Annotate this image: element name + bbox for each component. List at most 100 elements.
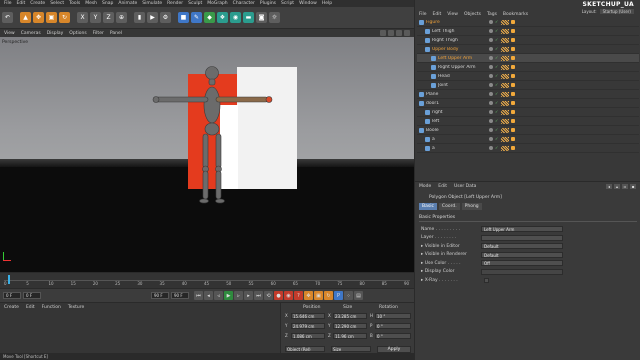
scale-icon[interactable]: ▣: [46, 12, 57, 23]
object-row[interactable]: left ✓: [417, 117, 639, 126]
tag-icon[interactable]: [501, 109, 509, 115]
menu-item-plugins[interactable]: Plugins: [260, 1, 276, 6]
property-value[interactable]: Off: [481, 260, 563, 266]
tab-phong[interactable]: Phong: [461, 203, 482, 210]
menu-item-select[interactable]: Select: [50, 1, 64, 6]
render-region-icon[interactable]: ▮: [134, 12, 145, 23]
tag-icon[interactable]: [501, 82, 509, 88]
timeline-ruler[interactable]: 0 5 10 15 20 25 30 35 40 45 50 55 60 65 70 75 80 85 90: [0, 272, 414, 288]
viewport-menu-filter[interactable]: Filter: [93, 31, 104, 36]
menu-item-mesh[interactable]: Mesh: [85, 1, 97, 6]
viewport-menu-panel[interactable]: Panel: [110, 31, 122, 36]
position-field[interactable]: 24.979 cm: [291, 323, 325, 329]
floor-icon[interactable]: ▬: [243, 12, 254, 23]
editor-visibility-dot[interactable]: [489, 119, 493, 123]
go-start-icon[interactable]: ⏮: [194, 291, 203, 300]
material-tag-icon[interactable]: [511, 92, 515, 96]
tag-icon[interactable]: [501, 46, 509, 52]
enabled-check-icon[interactable]: ✓: [495, 137, 499, 141]
property-value[interactable]: Default: [481, 243, 563, 249]
menu-item-animate[interactable]: Animate: [118, 1, 137, 6]
viewport-menu-display[interactable]: Display: [47, 31, 64, 36]
position-key-icon[interactable]: ✥: [304, 291, 313, 300]
z-axis-icon[interactable]: Z: [103, 12, 114, 23]
enabled-check-icon[interactable]: ✓: [495, 83, 499, 87]
move-icon[interactable]: ✥: [33, 12, 44, 23]
material-tag-icon[interactable]: [511, 110, 515, 114]
tag-icon[interactable]: [501, 127, 509, 133]
tag-icon[interactable]: [501, 118, 509, 124]
property-value[interactable]: Left Upper Arm: [481, 226, 563, 232]
pen-icon[interactable]: ✎: [191, 12, 202, 23]
object-row[interactable]: Head ✓: [417, 72, 639, 81]
editor-visibility-dot[interactable]: [489, 74, 493, 78]
menu-item-help[interactable]: Help: [322, 1, 332, 6]
material-tag-icon[interactable]: [511, 83, 515, 87]
enabled-check-icon[interactable]: ✓: [495, 29, 499, 33]
enabled-check-icon[interactable]: ✓: [495, 119, 499, 123]
object-row[interactable]: right ✓: [417, 108, 639, 117]
size-field[interactable]: 11.96 cm: [333, 333, 367, 339]
am-menu-mode[interactable]: Mode: [419, 184, 431, 189]
om-menu-edit[interactable]: Edit: [433, 12, 442, 17]
subdivision-icon[interactable]: ◆: [204, 12, 215, 23]
menu-item-sculpt[interactable]: Sculpt: [188, 1, 202, 6]
rotation-key-icon[interactable]: ↻: [324, 291, 333, 300]
menu-item-create[interactable]: Create: [30, 1, 45, 6]
viewport-menu-view[interactable]: View: [4, 31, 15, 36]
zoom-icon[interactable]: [388, 30, 394, 36]
tag-icon[interactable]: [501, 73, 509, 79]
editor-visibility-dot[interactable]: [489, 29, 493, 33]
size-mode-select[interactable]: Size: [331, 346, 371, 352]
tag-icon[interactable]: [501, 28, 509, 34]
enabled-check-icon[interactable]: ✓: [495, 128, 499, 132]
go-end-icon[interactable]: ⏭: [254, 291, 263, 300]
object-row[interactable]: Right Upper Arm ✓: [417, 63, 639, 72]
x-axis-icon[interactable]: X: [77, 12, 88, 23]
material-tag-icon[interactable]: [511, 65, 515, 69]
enabled-check-icon[interactable]: ✓: [495, 65, 499, 69]
om-menu-file[interactable]: File: [419, 12, 427, 17]
material-menu-texture[interactable]: Texture: [68, 305, 84, 310]
preview-end-field[interactable]: 90 F: [171, 292, 189, 299]
menu-item-window[interactable]: Window: [299, 1, 317, 6]
om-menu-tags[interactable]: Tags: [487, 12, 497, 17]
object-row[interactable]: Upper Body ✓: [417, 45, 639, 54]
size-field[interactable]: 12.290 cm: [333, 323, 367, 329]
material-menu-create[interactable]: Create: [4, 305, 19, 310]
coordinate-mode-select[interactable]: Object (Rel): [285, 346, 325, 352]
enabled-check-icon[interactable]: ✓: [495, 101, 499, 105]
prev-key-icon[interactable]: ◂: [204, 291, 213, 300]
size-field[interactable]: 23.285 cm: [333, 313, 367, 319]
material-tag-icon[interactable]: [511, 74, 515, 78]
property-value[interactable]: [481, 234, 563, 241]
editor-visibility-dot[interactable]: [489, 83, 493, 87]
autokey-icon[interactable]: ◉: [284, 291, 293, 300]
menu-item-character[interactable]: Character: [233, 1, 255, 6]
back-arrow-icon[interactable]: ◂: [606, 184, 612, 189]
param-key-icon[interactable]: P: [334, 291, 343, 300]
prev-frame-icon[interactable]: ◃: [214, 291, 223, 300]
scale-key-icon[interactable]: ▣: [314, 291, 323, 300]
up-arrow-icon[interactable]: ▴: [614, 184, 620, 189]
material-tag-icon[interactable]: [511, 47, 515, 51]
editor-visibility-dot[interactable]: [489, 110, 493, 114]
object-row[interactable]: Boole ✓: [417, 126, 639, 135]
tag-icon[interactable]: [501, 100, 509, 106]
material-tag-icon[interactable]: [511, 119, 515, 123]
om-menu-objects[interactable]: Objects: [464, 12, 481, 17]
editor-visibility-dot[interactable]: [489, 92, 493, 96]
perspective-viewport[interactable]: Perspective: [0, 37, 414, 272]
object-row[interactable]: Plane ✓: [417, 90, 639, 99]
layout-selector[interactable]: Layout: Startup (User): [582, 9, 634, 14]
render-settings-icon[interactable]: ⚙: [160, 12, 171, 23]
viewport-menu-cameras[interactable]: Cameras: [21, 31, 41, 36]
tag-icon[interactable]: [501, 55, 509, 61]
timeline-icon[interactable]: ▤: [354, 291, 363, 300]
tab-coord[interactable]: Coord.: [438, 203, 460, 210]
tag-icon[interactable]: [501, 91, 509, 97]
rotation-field[interactable]: 10 °: [375, 313, 411, 319]
object-name[interactable]: Plane: [426, 92, 496, 97]
current-frame-field[interactable]: 0 F: [23, 292, 41, 299]
position-field[interactable]: 15.646 cm: [291, 313, 325, 319]
